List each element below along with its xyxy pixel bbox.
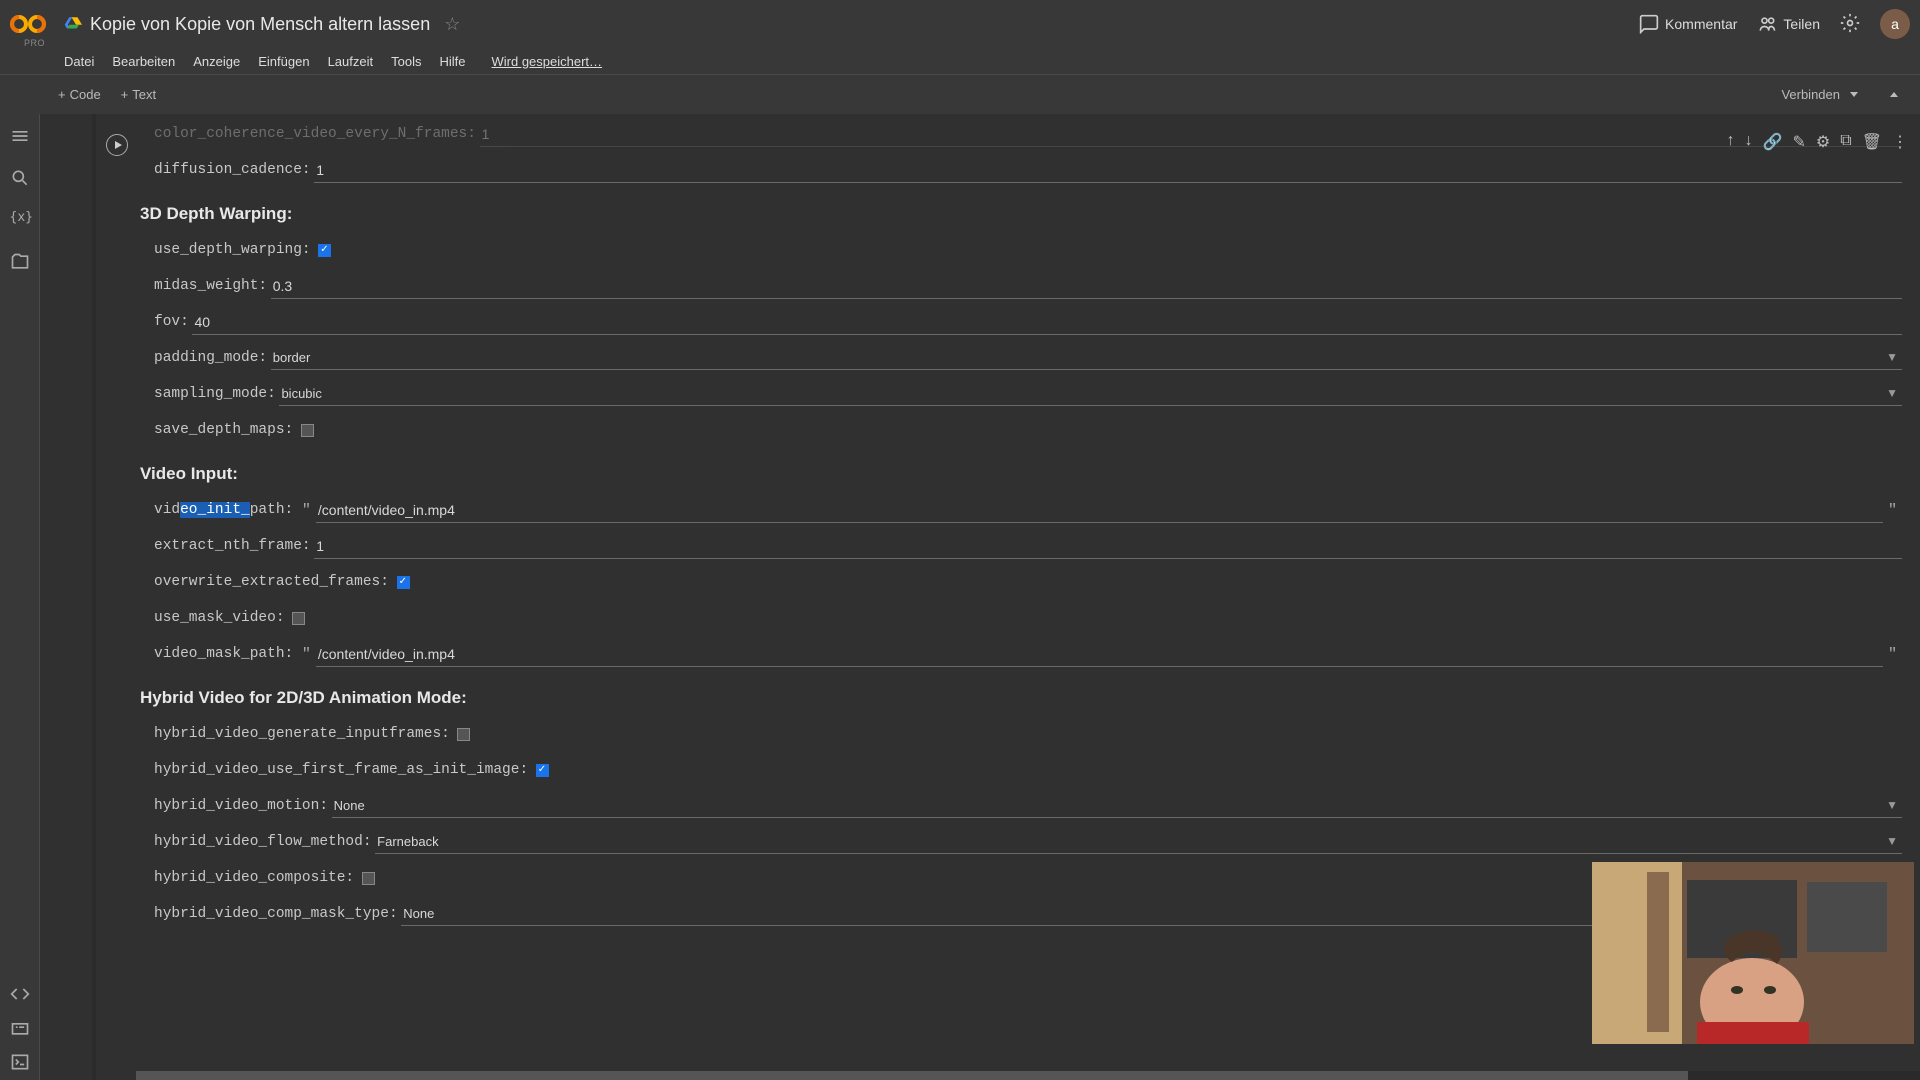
mirror-icon[interactable]: ⧉	[1840, 132, 1851, 152]
search-icon[interactable]	[10, 168, 30, 188]
comment-button[interactable]: Kommentar	[1639, 14, 1737, 34]
label-use-mask-video: use_mask_video:	[154, 610, 285, 626]
link-icon[interactable]: 🔗	[1763, 132, 1783, 152]
menubar: Datei Bearbeiten Anzeige Einfügen Laufze…	[0, 48, 1920, 74]
label-use-depth-warping: use_depth_warping:	[154, 242, 311, 258]
star-icon[interactable]: ☆	[444, 14, 460, 35]
horizontal-scrollbar[interactable]	[136, 1071, 1920, 1080]
command-palette-icon[interactable]	[10, 1018, 30, 1038]
label-hybrid-flow: hybrid_video_flow_method:	[154, 834, 372, 850]
settings-cell-icon[interactable]: ⚙	[1816, 132, 1830, 152]
label-fov: fov:	[154, 314, 189, 330]
label-hybrid-motion: hybrid_video_motion:	[154, 798, 328, 814]
checkbox-hybrid-generate[interactable]	[457, 728, 470, 741]
checkbox-use-mask-video[interactable]	[292, 612, 305, 625]
section-heading-depth: 3D Depth Warping:	[140, 204, 1902, 224]
avatar[interactable]: a	[1880, 9, 1910, 39]
add-code-button[interactable]: + Code	[48, 83, 111, 106]
drive-icon	[64, 15, 82, 33]
label-video-init-path: video_init_path:	[154, 502, 293, 518]
connect-button[interactable]: Verbinden	[1771, 83, 1868, 106]
select-sampling-mode[interactable]: bicubic▼	[279, 382, 1902, 406]
input-diffusion-cadence[interactable]	[314, 158, 1902, 183]
menu-runtime[interactable]: Laufzeit	[328, 54, 374, 69]
input-extract-nth-frame[interactable]	[314, 534, 1902, 559]
label-color-coherence: color_coherence_video_every_N_frames:	[154, 126, 476, 142]
label-save-depth-maps: save_depth_maps:	[154, 422, 293, 438]
comment-cell-icon[interactable]: ✎	[1793, 132, 1806, 152]
settings-icon[interactable]	[1840, 13, 1860, 36]
checkbox-hybrid-composite[interactable]	[362, 872, 375, 885]
section-heading-hybrid: Hybrid Video for 2D/3D Animation Mode:	[140, 688, 1902, 708]
checkbox-use-depth-warping[interactable]	[318, 244, 331, 257]
label-midas-weight: midas_weight:	[154, 278, 267, 294]
section-heading-video: Video Input:	[140, 464, 1902, 484]
share-button[interactable]: Teilen	[1757, 14, 1820, 34]
label-hybrid-first-frame: hybrid_video_use_first_frame_as_init_ima…	[154, 762, 528, 778]
select-padding-mode[interactable]: border▼	[271, 346, 1902, 370]
menu-edit[interactable]: Bearbeiten	[112, 54, 175, 69]
label-hybrid-composite: hybrid_video_composite:	[154, 870, 354, 886]
move-down-icon[interactable]: ↓	[1745, 132, 1753, 152]
label-diffusion-cadence: diffusion_cadence:	[154, 162, 311, 178]
files-icon[interactable]	[10, 252, 30, 272]
toc-icon[interactable]	[10, 126, 30, 146]
checkbox-save-depth-maps[interactable]	[301, 424, 314, 437]
input-midas-weight[interactable]	[271, 274, 1902, 299]
menu-help[interactable]: Hilfe	[439, 54, 465, 69]
colab-logo[interactable]	[10, 12, 46, 36]
menu-tools[interactable]: Tools	[391, 54, 421, 69]
input-video-init-path[interactable]	[316, 498, 1883, 523]
webcam-overlay	[1592, 862, 1914, 1044]
select-hybrid-flow[interactable]: Farneback▼	[375, 830, 1902, 854]
move-up-icon[interactable]: ↑	[1727, 132, 1735, 152]
label-sampling-mode: sampling_mode:	[154, 386, 276, 402]
label-overwrite-extracted: overwrite_extracted_frames:	[154, 574, 389, 590]
code-snippet-icon[interactable]	[10, 984, 30, 1004]
saving-status: Wird gespeichert…	[491, 54, 602, 69]
input-video-mask-path[interactable]	[316, 642, 1883, 667]
more-icon[interactable]: ⋮	[1892, 132, 1908, 152]
terminal-icon[interactable]	[10, 1052, 30, 1072]
menu-file[interactable]: Datei	[64, 54, 94, 69]
collapse-button[interactable]	[1874, 88, 1908, 101]
variables-icon[interactable]: {x}	[10, 210, 30, 230]
checkbox-hybrid-first-frame[interactable]	[536, 764, 549, 777]
label-extract-nth-frame: extract_nth_frame:	[154, 538, 311, 554]
input-fov[interactable]	[192, 310, 1902, 335]
menu-insert[interactable]: Einfügen	[258, 54, 309, 69]
delete-icon[interactable]: 🗑	[1862, 132, 1882, 152]
document-title[interactable]: Kopie von Kopie von Mensch altern lassen	[90, 14, 430, 35]
label-padding-mode: padding_mode:	[154, 350, 267, 366]
label-video-mask-path: video_mask_path:	[154, 646, 293, 662]
label-hybrid-mask-type: hybrid_video_comp_mask_type:	[154, 906, 398, 922]
select-hybrid-motion[interactable]: None▼	[332, 794, 1902, 818]
pro-badge: PRO	[24, 38, 45, 48]
input-color-coherence[interactable]	[480, 122, 1902, 147]
menu-view[interactable]: Anzeige	[193, 54, 240, 69]
quote-close: "	[1883, 502, 1902, 519]
quote-open: "	[297, 502, 316, 519]
add-text-button[interactable]: + Text	[111, 83, 166, 106]
label-hybrid-generate: hybrid_video_generate_inputframes:	[154, 726, 450, 742]
checkbox-overwrite-extracted[interactable]	[397, 576, 410, 589]
